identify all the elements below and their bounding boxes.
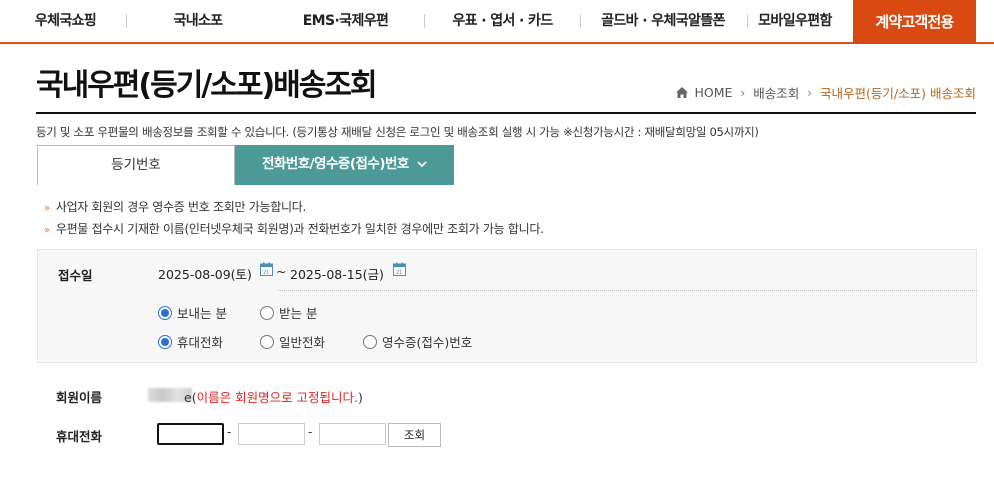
phone-dash: - bbox=[308, 425, 313, 439]
svg-text:21: 21 bbox=[263, 270, 269, 276]
notes-list: » 사업자 회원의 경우 영수증 번호 조회만 가능합니다. » 우편물 접수시 기… bbox=[44, 196, 544, 240]
chevron-right-icon: › bbox=[740, 85, 746, 100]
nav-item-mobile-mailbox[interactable]: 모바일우편함 bbox=[749, 0, 841, 42]
contract-customer-button[interactable]: 계약고객전용 bbox=[853, 0, 976, 44]
nav-item-stamps[interactable]: 우표 · 엽서 · 카드 bbox=[425, 0, 580, 42]
calendar-icon[interactable]: 21 bbox=[393, 262, 406, 276]
received-date-label: 접수일 bbox=[58, 268, 93, 283]
radio-unchecked-icon bbox=[260, 305, 274, 320]
radio-receiver[interactable]: 받는 분 bbox=[260, 303, 317, 322]
radio-unchecked-icon bbox=[260, 334, 274, 349]
breadcrumb-current[interactable]: 국내우편(등기/소포) 배송조회 bbox=[820, 83, 976, 102]
bullet-icon: » bbox=[44, 203, 50, 214]
nav-item-domestic-parcel[interactable]: 국내소포 bbox=[128, 0, 268, 42]
top-navigation: 우체국쇼핑 국내소포 EMS·국제우편 우표 · 엽서 · 카드 골드바 · 우… bbox=[0, 0, 994, 44]
tab-registered-number[interactable]: 등기번호 bbox=[37, 145, 235, 185]
nav-divider bbox=[126, 14, 127, 28]
radio-receipt-number[interactable]: 영수증(접수)번호 bbox=[363, 332, 472, 351]
lookup-button[interactable]: 조회 bbox=[388, 423, 441, 447]
chevron-down-icon bbox=[417, 161, 427, 168]
phone-part2-input[interactable] bbox=[238, 423, 305, 445]
radio-checked-icon bbox=[158, 334, 172, 349]
radio-checked-icon bbox=[158, 305, 172, 320]
chevron-right-icon: › bbox=[807, 85, 813, 100]
breadcrumb: HOME › 배송조회 › 국내우편(등기/소포) 배송조회 bbox=[675, 83, 976, 102]
calendar-icon[interactable]: 21 bbox=[260, 262, 273, 276]
breadcrumb-tracking[interactable]: 배송조회 bbox=[753, 83, 799, 102]
phone-part1-input[interactable] bbox=[157, 423, 224, 445]
dotted-divider bbox=[278, 290, 977, 291]
page-title: 국내우편(등기/소포)배송조회 bbox=[36, 68, 378, 103]
member-name-label: 회원이름 bbox=[56, 390, 103, 405]
breadcrumb-home[interactable]: HOME bbox=[694, 85, 732, 100]
note-item: » 우편물 접수시 기재한 이름(인터넷우체국 회원명)과 전화번호가 일치한 경… bbox=[44, 222, 544, 236]
phone-part3-input[interactable] bbox=[319, 423, 386, 445]
radio-landline[interactable]: 일반전화 bbox=[260, 332, 325, 351]
search-panel: 접수일 2025-08-09(토) 21 ~ 2025-08-15(금) 21 … bbox=[37, 249, 977, 363]
end-date[interactable]: 2025-08-15(금) bbox=[290, 264, 384, 283]
home-icon[interactable] bbox=[675, 86, 689, 99]
nav-item-goldbar-mobile[interactable]: 골드바 · 우체국알뜰폰 bbox=[581, 0, 745, 42]
tab-phone-receipt[interactable]: 전화번호/영수증(접수)번호 bbox=[235, 145, 454, 185]
start-date[interactable]: 2025-08-09(토) bbox=[158, 264, 252, 283]
title-divider bbox=[36, 112, 976, 114]
nav-item-ems[interactable]: EMS·국제우편 bbox=[268, 0, 423, 42]
bullet-icon: » bbox=[44, 225, 50, 236]
intro-text: 등기 및 소포 우편물의 배송정보를 조회할 수 있습니다. (등기통상 재배달… bbox=[36, 125, 759, 139]
radio-sender[interactable]: 보내는 분 bbox=[158, 303, 227, 322]
radio-mobile-phone[interactable]: 휴대전화 bbox=[158, 332, 223, 351]
note-item: » 사업자 회원의 경우 영수증 번호 조회만 가능합니다. bbox=[44, 200, 306, 214]
phone-dash: - bbox=[227, 425, 232, 439]
mobile-phone-label: 휴대전화 bbox=[56, 429, 103, 444]
date-range-separator: ~ bbox=[276, 264, 287, 279]
nav-item-shopping[interactable]: 우체국쇼핑 bbox=[8, 0, 123, 42]
name-fixed-notice: e(이름은 회원명으로 고정됩니다.) bbox=[184, 390, 363, 405]
svg-text:21: 21 bbox=[396, 270, 402, 276]
radio-unchecked-icon bbox=[363, 334, 377, 349]
nav-divider bbox=[747, 14, 748, 28]
tab-phone-label: 전화번호/영수증(접수)번호 bbox=[261, 156, 409, 172]
